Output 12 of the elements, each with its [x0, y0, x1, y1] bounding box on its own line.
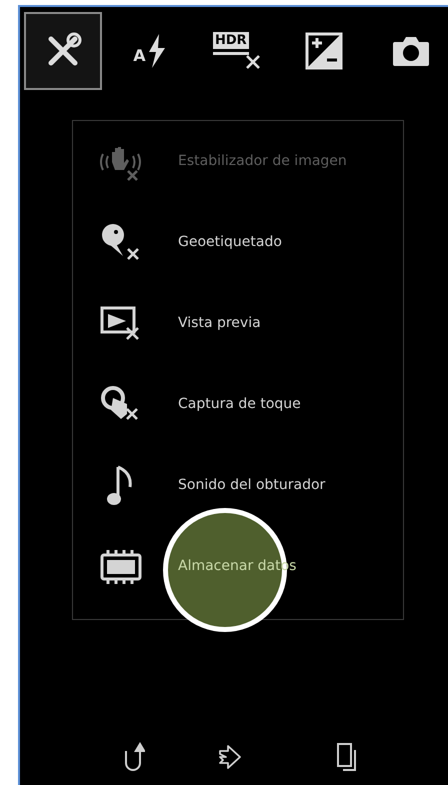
- toolbar-tab[interactable]: A: [111, 12, 189, 90]
- recent-apps-icon[interactable]: [336, 742, 358, 772]
- menu-item-label[interactable]: Captura de toque: [178, 394, 301, 415]
- back-icon[interactable]: [123, 741, 145, 773]
- menu-item-label[interactable]: Geoetiquetado: [178, 232, 282, 253]
- exposure-icon: [305, 32, 343, 70]
- toolbar-tab[interactable]: [24, 12, 102, 90]
- camera-icon: [391, 34, 431, 68]
- menu-item-label[interactable]: Vista previa: [178, 313, 261, 334]
- toolbar-tab[interactable]: HDR: [198, 12, 276, 90]
- menu-item-label[interactable]: Sonido del obturador: [178, 475, 326, 496]
- memory-chip-icon: [98, 548, 142, 586]
